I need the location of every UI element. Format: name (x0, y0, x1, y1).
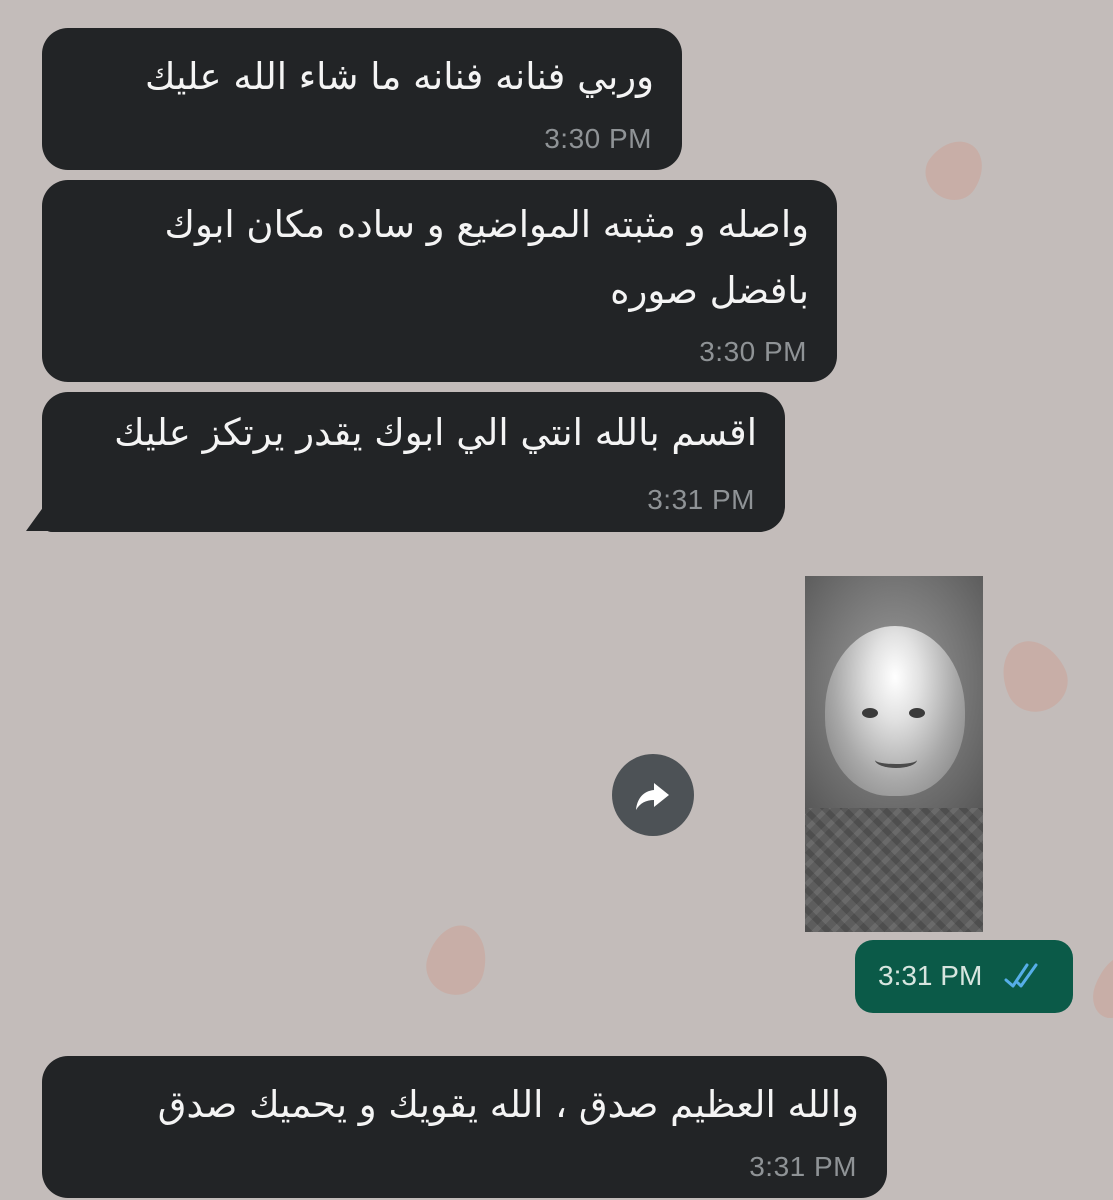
incoming-message[interactable]: وربي فنانه فنانه ما شاء الله عليك 3:30 P… (42, 28, 682, 170)
forward-icon (636, 783, 669, 810)
message-text: والله العظيم صدق ، الله يقويك و يحميك صد… (157, 1083, 859, 1126)
photo-child-face (825, 626, 965, 796)
wallpaper-petal (1086, 950, 1113, 1024)
photo-shirt (805, 808, 983, 932)
message-timestamp: 3:30 PM (544, 123, 652, 154)
wallpaper-petal (990, 630, 1078, 722)
wallpaper-petal (419, 918, 495, 1002)
incoming-message[interactable]: والله العظيم صدق ، الله يقويك و يحميك صد… (42, 1056, 887, 1198)
incoming-message[interactable]: اقسم بالله انتي الي ابوك يقدر يرتكز عليك… (42, 392, 785, 532)
message-timestamp: 3:31 PM (878, 960, 983, 991)
message-timestamp: 3:30 PM (699, 336, 807, 367)
photo-eye-right (909, 708, 925, 718)
message-timestamp: 3:31 PM (647, 484, 755, 515)
photo-mouth (875, 752, 917, 768)
photo-eye-left (862, 708, 878, 718)
message-text-line-1: واصله و مثبته المواضيع و ساده مكان ابوك (164, 203, 809, 246)
message-text: اقسم بالله انتي الي ابوك يقدر يرتكز عليك (114, 411, 757, 454)
message-timestamp: 3:31 PM (749, 1151, 857, 1182)
shared-photo[interactable] (805, 576, 983, 932)
bubble-tail (26, 495, 52, 531)
outgoing-message-status[interactable]: 3:31 PM (855, 940, 1073, 1013)
message-text-line-2: بافضل صوره (610, 269, 809, 312)
message-text: وربي فنانه فنانه ما شاء الله عليك (144, 55, 654, 98)
double-check-icon (1004, 963, 1038, 988)
wallpaper-petal (915, 129, 995, 211)
forward-button[interactable] (612, 754, 694, 836)
incoming-message[interactable]: واصله و مثبته المواضيع و ساده مكان ابوك … (42, 180, 837, 382)
